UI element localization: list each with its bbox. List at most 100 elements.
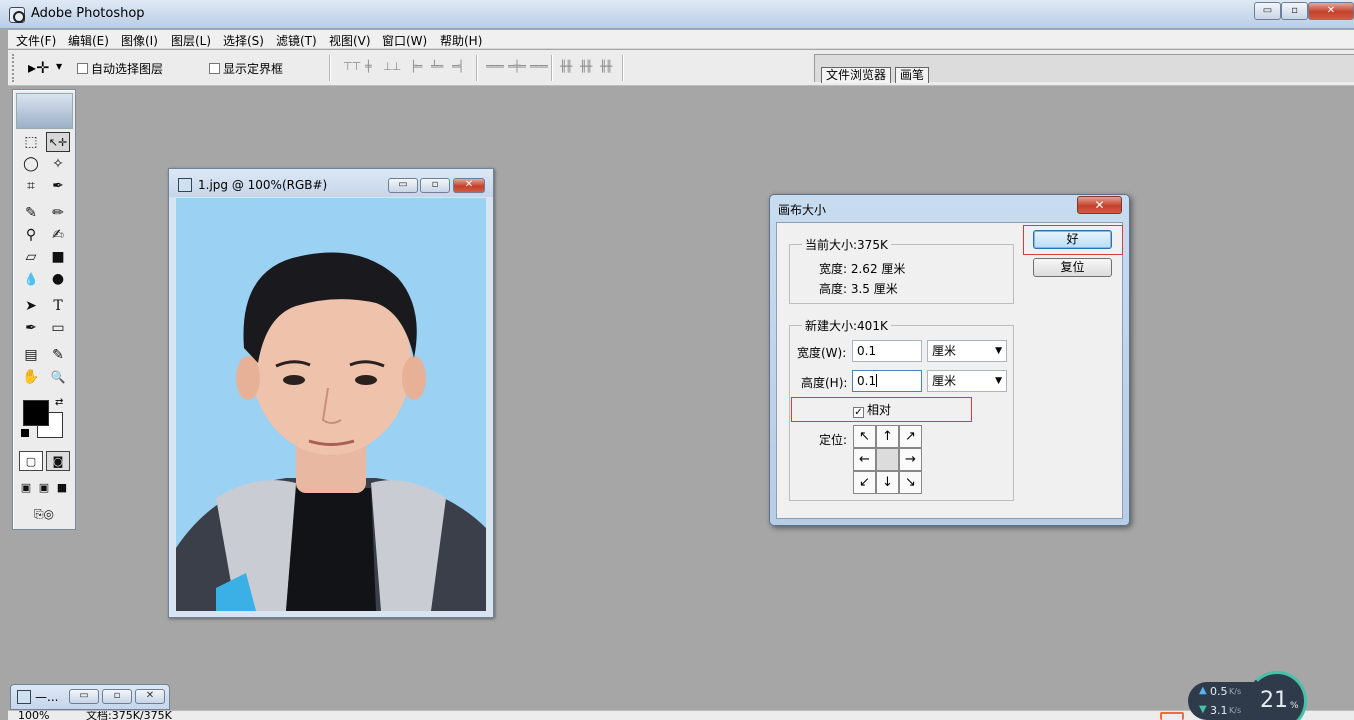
anchor-top-right[interactable]: ↗ <box>899 425 922 448</box>
width-unit-select[interactable]: 厘米 ▼ <box>927 340 1007 362</box>
show-bounds-option[interactable]: 显示定界框 <box>209 60 283 77</box>
hand-tool-icon[interactable]: ✋ <box>19 367 43 387</box>
align-left-icon[interactable]: ╞═ <box>410 60 426 74</box>
anchor-bottom-left[interactable]: ↙ <box>853 471 876 494</box>
width-input[interactable]: 0.1 <box>852 340 922 362</box>
document-canvas-photo[interactable] <box>176 198 486 611</box>
doc-maximize-button[interactable]: ▫ <box>420 178 450 193</box>
height-input[interactable]: 0.1 <box>852 370 922 392</box>
auto-select-layer-option[interactable]: 自动选择图层 <box>77 60 163 77</box>
restore-button[interactable]: ▭ <box>69 689 99 704</box>
close-button[interactable]: ✕ <box>135 689 165 704</box>
minimized-window[interactable]: —... ▭ ▫ ✕ <box>10 684 170 710</box>
path-selection-tool-icon[interactable]: ➤ <box>19 296 43 316</box>
dodge-tool-icon[interactable]: ● <box>46 269 70 289</box>
screen-mode-standard-icon[interactable]: ▣ <box>17 478 35 498</box>
notes-tool-icon[interactable]: ▤ <box>19 345 43 365</box>
blur-tool-icon[interactable]: 💧 <box>19 269 43 289</box>
zoom-level[interactable]: 100% <box>18 711 49 720</box>
dialog-close-button[interactable]: ✕ <box>1077 196 1122 214</box>
menu-image[interactable]: 图像(I) <box>121 32 158 49</box>
align-bottom-icon[interactable]: ⊥⊥ <box>383 60 401 74</box>
anchor-center[interactable] <box>876 448 899 471</box>
history-brush-tool-icon[interactable]: ✍ <box>46 225 70 245</box>
jump-to-imageready-icon[interactable]: ⎘◎ <box>19 504 69 524</box>
show-bounds-checkbox[interactable] <box>209 63 220 74</box>
clone-stamp-tool-icon[interactable]: ⚲ <box>19 225 43 245</box>
crop-tool-icon[interactable]: ⌗ <box>19 176 43 196</box>
distribute-left-icon[interactable]: ╫╫ <box>560 60 576 74</box>
magic-wand-tool-icon[interactable]: ✧ <box>46 154 70 174</box>
distribute-vcenter-icon[interactable]: ═╪═ <box>508 60 526 74</box>
default-colors-icon[interactable] <box>21 429 29 437</box>
close-button[interactable]: ✕ <box>1308 2 1354 20</box>
healing-brush-tool-icon[interactable]: ✎ <box>19 203 43 223</box>
pen-tool-icon[interactable]: ✒ <box>19 318 43 338</box>
doc-close-button[interactable]: ✕ <box>453 178 485 193</box>
align-top-icon[interactable]: ⊤⊤ <box>343 60 361 74</box>
shape-tool-icon[interactable]: ▭ <box>46 318 70 338</box>
lasso-tool-icon[interactable]: ◯ <box>19 154 43 174</box>
align-right-icon[interactable]: ═╡ <box>452 60 468 74</box>
move-tool-icon[interactable]: ▸✛ <box>28 58 49 77</box>
anchor-left[interactable]: ← <box>853 448 876 471</box>
distribute-top-icon[interactable]: ═══ <box>486 60 504 74</box>
text-caret <box>876 374 878 387</box>
menu-filter[interactable]: 滤镜(T) <box>276 32 317 49</box>
screen-mode-full-menu-icon[interactable]: ▣ <box>35 478 53 498</box>
document-icon <box>17 690 31 704</box>
gradient-tool-icon[interactable]: ■ <box>46 247 70 267</box>
width-label: 宽度(W): <box>797 346 847 360</box>
tab-file-browser[interactable]: 文件浏览器 <box>821 67 892 83</box>
maximize-button[interactable]: ▫ <box>1281 2 1308 20</box>
type-tool-icon[interactable]: T <box>46 296 70 316</box>
anchor-top-left[interactable]: ↖ <box>853 425 876 448</box>
move-tool-icon[interactable]: ↖✛ <box>46 132 70 152</box>
swap-colors-icon[interactable]: ⇄ <box>55 397 63 408</box>
standard-mode-icon[interactable]: ▢ <box>19 451 43 471</box>
menu-select[interactable]: 选择(S) <box>223 32 264 49</box>
relative-option[interactable]: ✓ 相对 <box>853 401 891 418</box>
relative-checkbox[interactable]: ✓ <box>853 407 864 418</box>
tray-app-icon[interactable] <box>1160 712 1184 720</box>
new-size-legend: 新建大小:401K <box>805 319 888 333</box>
usage-gauge[interactable]: 21 % <box>1247 671 1307 720</box>
maximize-button[interactable]: ▫ <box>102 689 132 704</box>
brush-tool-icon[interactable]: ✏ <box>46 203 70 223</box>
foreground-color-swatch-front[interactable] <box>23 400 49 426</box>
ok-button[interactable]: 好 <box>1033 230 1112 249</box>
anchor-right[interactable]: → <box>899 448 922 471</box>
options-grip[interactable] <box>12 54 16 82</box>
menu-view[interactable]: 视图(V) <box>329 32 371 49</box>
distribute-right-icon[interactable]: ╫╫ <box>600 60 616 74</box>
auto-select-checkbox[interactable] <box>77 63 88 74</box>
align-hcenter-icon[interactable]: ╧═ <box>431 60 447 74</box>
align-vcenter-icon[interactable]: ╪ <box>365 60 381 74</box>
menu-file[interactable]: 文件(F) <box>16 32 56 49</box>
height-unit-select[interactable]: 厘米 ▼ <box>927 370 1007 392</box>
distribute-hcenter-icon[interactable]: ╫╫ <box>580 60 596 74</box>
photoshop-app-icon <box>9 7 25 23</box>
tool-preset-chevron-down-icon[interactable]: ▼ <box>56 62 62 71</box>
menu-layer[interactable]: 图层(L) <box>171 32 211 49</box>
anchor-bottom-right[interactable]: ↘ <box>899 471 922 494</box>
anchor-bottom[interactable]: ↓ <box>876 471 899 494</box>
doc-minimize-button[interactable]: ▭ <box>388 178 418 193</box>
slice-tool-icon[interactable]: ✒ <box>46 176 70 196</box>
marquee-tool-icon[interactable]: ⬚ <box>19 132 43 152</box>
anchor-top[interactable]: ↑ <box>876 425 899 448</box>
reset-button[interactable]: 复位 <box>1033 258 1112 277</box>
eyedropper-tool-icon[interactable]: ✎ <box>46 345 70 365</box>
quick-mask-mode-icon[interactable]: ◙ <box>46 451 70 471</box>
document-title-bar[interactable]: 1.jpg @ 100%(RGB#) ▭ ▫ ✕ <box>169 169 493 197</box>
menu-help[interactable]: 帮助(H) <box>440 32 482 49</box>
menu-edit[interactable]: 编辑(E) <box>68 32 109 49</box>
minimize-button[interactable]: ▭ <box>1254 2 1281 20</box>
eraser-tool-icon[interactable]: ▱ <box>19 247 43 267</box>
screen-mode-full-icon[interactable]: ■ <box>53 478 71 498</box>
menu-window[interactable]: 窗口(W) <box>382 32 427 49</box>
distribute-bottom-icon[interactable]: ═══ <box>530 60 548 74</box>
tab-brushes[interactable]: 画笔 <box>895 67 930 83</box>
zoom-tool-icon[interactable]: 🔍 <box>46 367 70 387</box>
toolbox-logo[interactable] <box>16 93 73 129</box>
